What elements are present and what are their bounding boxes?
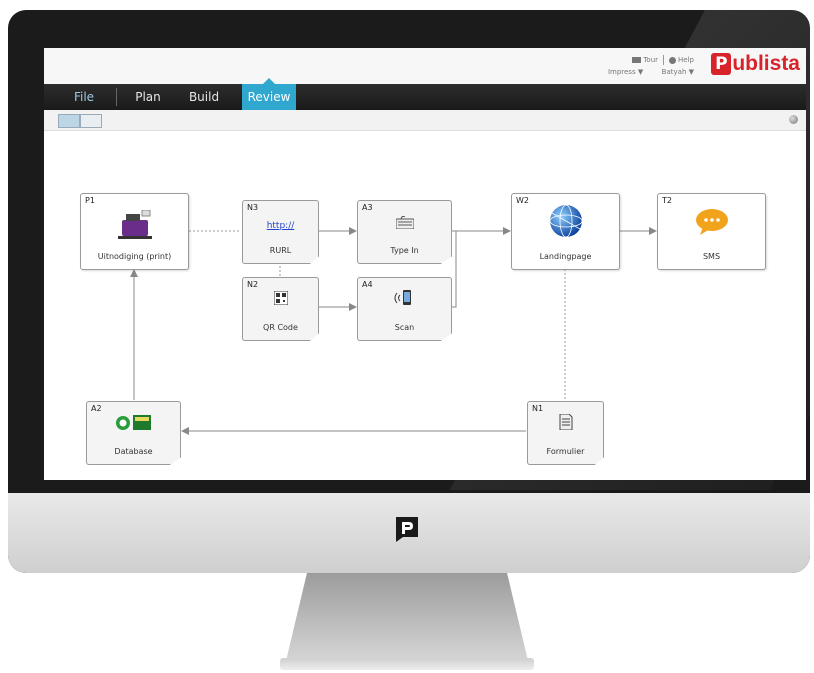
node-id: N1 xyxy=(532,404,544,413)
header-bar: Tour Help Impress ▼ Batyah ▼ P ublista xyxy=(44,48,806,84)
node-id: A4 xyxy=(362,280,373,289)
tab-build[interactable]: Build xyxy=(184,84,224,110)
node-t2[interactable]: T2 SMS xyxy=(657,193,766,270)
database-icon xyxy=(115,415,151,430)
globe-icon xyxy=(549,204,582,238)
node-label: Scan xyxy=(394,323,415,332)
qr-code-icon xyxy=(273,291,288,305)
logo-text: ublista xyxy=(732,52,800,75)
node-label: QR Code xyxy=(263,323,298,332)
rurl-link[interactable]: http:// xyxy=(243,221,318,231)
tab-divider xyxy=(116,88,117,106)
help-label: Help xyxy=(678,56,694,64)
chat-bubble-icon xyxy=(695,209,728,235)
form-icon xyxy=(559,414,572,430)
help-link[interactable]: Help xyxy=(669,54,694,66)
user-dropdown[interactable]: Batyah ▼ xyxy=(662,66,694,78)
status-globe-icon xyxy=(789,115,798,124)
monitor-stand xyxy=(285,573,529,665)
tab-file[interactable]: File xyxy=(64,84,104,110)
logo-mark: P xyxy=(711,53,732,75)
header-links: Tour Help Impress ▼ Batyah ▼ xyxy=(608,54,694,78)
node-p1[interactable]: P1 Uitnodiging (print) xyxy=(80,193,189,270)
video-camera-icon xyxy=(632,57,642,63)
tour-label: Tour xyxy=(643,56,659,64)
node-id: A3 xyxy=(362,203,373,212)
node-label: Database xyxy=(114,447,153,456)
view-toolbar xyxy=(44,110,806,131)
node-label: Landingpage xyxy=(539,252,592,261)
flow-canvas: P1 Uitnodiging (print) N3 http:// RURL N… xyxy=(44,131,806,480)
phone-icon xyxy=(394,290,411,305)
node-a3[interactable]: A3 Type In xyxy=(357,200,452,264)
node-n2[interactable]: N2 QR Code xyxy=(242,277,319,341)
node-id: A2 xyxy=(91,404,102,413)
flow-view-button[interactable] xyxy=(58,114,80,128)
publista-monitor-logo xyxy=(396,517,418,542)
node-a4[interactable]: A4 Scan xyxy=(357,277,452,341)
publista-logo: P ublista xyxy=(711,52,800,76)
node-id: W2 xyxy=(516,196,529,205)
node-id: T2 xyxy=(662,196,672,205)
node-id: N3 xyxy=(247,203,259,212)
node-label: Formulier xyxy=(546,447,585,456)
tree-view-button[interactable] xyxy=(80,114,102,128)
printer-icon xyxy=(117,210,152,239)
tab-review[interactable]: Review xyxy=(242,78,296,110)
node-label: SMS xyxy=(702,252,721,261)
keyboard-icon xyxy=(395,215,414,229)
impress-dropdown[interactable]: Impress ▼ xyxy=(608,66,643,78)
help-icon xyxy=(669,56,677,64)
node-n3[interactable]: N3 http:// RURL xyxy=(242,200,319,264)
tour-link[interactable]: Tour xyxy=(632,54,658,66)
node-id: N2 xyxy=(247,280,259,289)
monitor-base xyxy=(280,658,534,670)
monitor-frame: Tour Help Impress ▼ Batyah ▼ P ublista F… xyxy=(8,10,810,573)
separator xyxy=(663,55,665,65)
tab-plan[interactable]: Plan xyxy=(128,84,168,110)
node-w2[interactable]: W2 Landingpage xyxy=(511,193,620,270)
app-window: Tour Help Impress ▼ Batyah ▼ P ublista F… xyxy=(44,48,806,480)
node-n1[interactable]: N1 Formulier xyxy=(527,401,604,465)
main-menu: File Plan Build Review xyxy=(44,78,806,110)
node-label: RURL xyxy=(269,246,292,255)
node-label: Type In xyxy=(390,246,419,255)
node-id: P1 xyxy=(85,196,95,205)
node-label: Uitnodiging (print) xyxy=(97,252,172,261)
node-a2[interactable]: A2 Database xyxy=(86,401,181,465)
